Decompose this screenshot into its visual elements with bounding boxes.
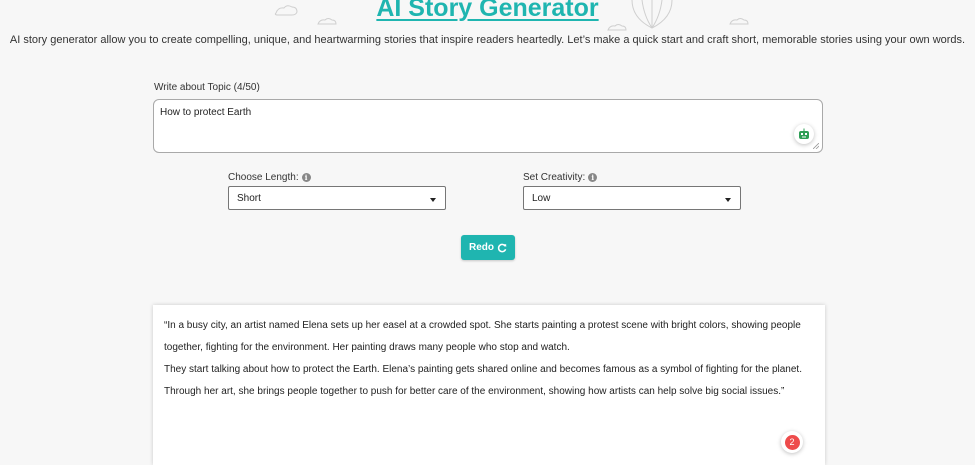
story-output[interactable]: “In a busy city, an artist named Elena s…: [153, 305, 825, 465]
info-icon[interactable]: i: [301, 173, 311, 182]
robot-icon: [799, 128, 809, 139]
creativity-select-value: Low: [532, 193, 551, 204]
info-icon[interactable]: i: [588, 173, 598, 182]
length-select[interactable]: Short: [228, 186, 446, 210]
page-title: AI Story Generator: [376, 0, 599, 22]
page-description: AI story generator allow you to create c…: [9, 34, 966, 46]
cloud-icon: [607, 24, 627, 31]
length-select-value: Short: [237, 193, 261, 204]
chevron-down-icon: [430, 198, 436, 202]
redo-button-label: Redo: [469, 242, 494, 253]
creativity-label-text: Set Creativity:: [523, 172, 586, 183]
topic-input-value[interactable]: How to protect Earth: [160, 107, 251, 118]
refresh-icon: [497, 243, 507, 252]
story-text[interactable]: “In a busy city, an artist named Elena s…: [164, 315, 816, 403]
grammar-check-button[interactable]: 2: [781, 431, 803, 453]
creativity-label: Set Creativity: i: [523, 172, 598, 183]
ai-assist-button[interactable]: [794, 124, 814, 144]
topic-input[interactable]: How to protect Earth: [153, 99, 823, 153]
issue-count-badge: 2: [784, 434, 800, 450]
length-label: Choose Length: i: [228, 172, 311, 183]
story-paragraph: They start talking about how to protect …: [164, 364, 802, 397]
creativity-select[interactable]: Low: [523, 186, 741, 210]
redo-button[interactable]: Redo: [461, 235, 515, 260]
story-paragraph: “In a busy city, an artist named Elena s…: [164, 320, 801, 353]
chevron-down-icon: [725, 198, 731, 202]
resize-handle[interactable]: [813, 143, 819, 149]
topic-label: Write about Topic (4/50): [154, 82, 260, 93]
length-label-text: Choose Length:: [228, 172, 299, 183]
